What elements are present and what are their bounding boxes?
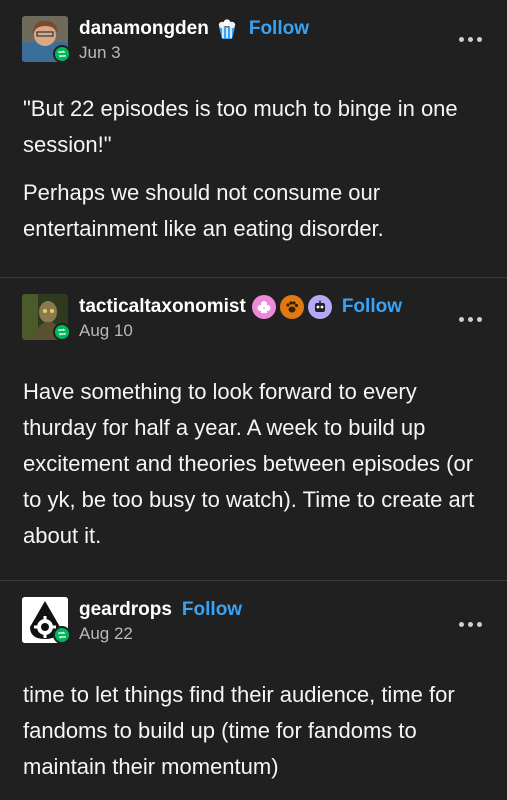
more-options-icon[interactable] (457, 314, 483, 324)
post-body: "But 22 episodes is too much to binge in… (23, 91, 491, 259)
post-card: danamongden Follow Jun 3 "But 22 episode… (0, 0, 507, 277)
reblog-badge-icon (53, 626, 71, 644)
more-options-icon[interactable] (457, 34, 483, 44)
name-row: danamongden Follow (79, 16, 309, 42)
follow-button[interactable]: Follow (342, 296, 402, 318)
post-card: geardrops Follow Aug 22 time to let thin… (0, 581, 507, 800)
username[interactable]: danamongden (79, 18, 209, 40)
popcorn-icon (215, 18, 239, 40)
more-options-icon[interactable] (457, 619, 483, 629)
post-paragraph: Have something to look forward to every … (23, 379, 475, 548)
reblog-badge-icon (53, 45, 71, 63)
post-date[interactable]: Jun 3 (79, 43, 121, 63)
post-body: Have something to look forward to every … (23, 374, 491, 566)
post-body: time to let things find their audience, … (23, 677, 491, 797)
username[interactable]: tacticaltaxonomist (79, 296, 246, 318)
post-header: tacticaltaxonomist Follow Aug 10 (22, 292, 491, 342)
follow-button[interactable]: Follow (249, 18, 309, 40)
reblog-badge-icon (53, 323, 71, 341)
pink-flower-badge-icon (251, 295, 276, 319)
name-row: geardrops Follow (79, 597, 242, 623)
post-date[interactable]: Aug 22 (79, 624, 133, 644)
post-paragraph: Perhaps we should not consume our entert… (23, 180, 384, 241)
name-row: tacticaltaxonomist Follow (79, 294, 402, 320)
post-paragraph: "But 22 episodes is too much to binge in… (23, 96, 458, 157)
follow-button[interactable]: Follow (182, 599, 242, 621)
post-card: tacticaltaxonomist Follow Aug 10 Have so… (0, 278, 507, 580)
post-header: geardrops Follow Aug 22 (22, 595, 491, 645)
robot-badge-icon (307, 295, 332, 319)
post-date[interactable]: Aug 10 (79, 321, 133, 341)
username[interactable]: geardrops (79, 599, 172, 621)
post-header: danamongden Follow Jun 3 (22, 14, 491, 64)
post-paragraph: time to let things find their audience, … (23, 682, 455, 779)
paw-badge-icon (279, 295, 304, 319)
